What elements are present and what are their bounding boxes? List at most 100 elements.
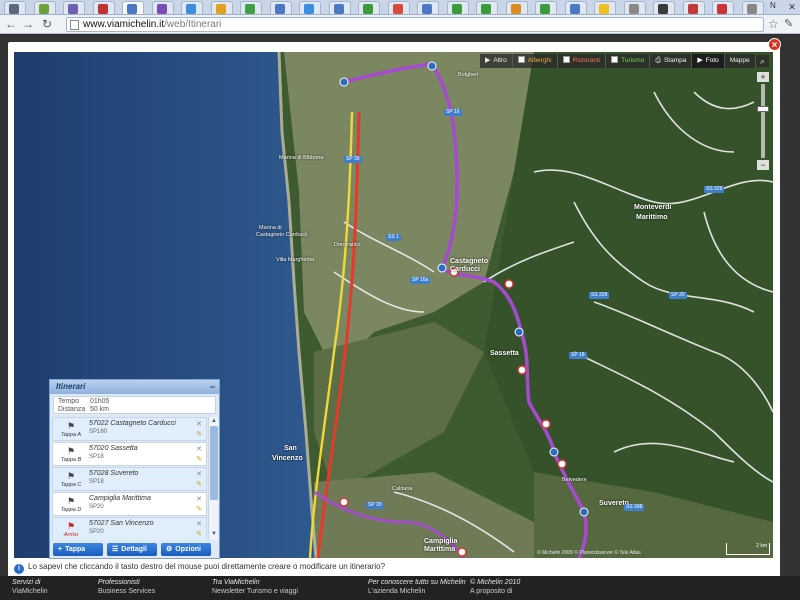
zoom-in-button[interactable]: + [757,72,769,82]
map-toolbar-turismo[interactable]: Turismo [606,54,651,68]
footer-link[interactable]: Business Services [98,587,155,596]
browser-tab[interactable] [417,1,439,14]
browser-tab[interactable] [92,1,115,14]
browser-tab[interactable] [181,1,203,14]
dettagli-button[interactable]: ☰ Dettagli [107,543,157,556]
itinerary-step[interactable]: ⚑ Tappa D Campiglia Marittima SP20 ✕ ✎ [52,492,207,516]
footer-heading[interactable]: Per conoscere tutto su Michelin [368,578,466,587]
scroll-thumb[interactable] [210,426,218,500]
summary-value: 50 km [89,406,110,413]
footer-heading[interactable]: Professionisti [98,578,155,587]
edit-step-icon[interactable]: ✎ [196,455,202,463]
remove-step-icon[interactable]: ✕ [196,445,202,453]
browser-tab[interactable] [712,1,734,14]
browser-tab[interactable] [476,1,498,14]
zoom-out-button[interactable]: − [757,160,769,170]
itinerary-header[interactable]: Itinerari − [50,380,219,394]
remove-step-icon[interactable]: ✕ [196,470,202,478]
address-bar[interactable]: www.viamichelin.it/web/Itinerari [66,17,764,32]
edit-step-icon[interactable]: ✎ [196,505,202,513]
checkbox-icon[interactable] [562,56,570,63]
browser-tab[interactable] [387,1,410,14]
browser-tab[interactable] [328,1,351,14]
map-label-belvedere: Belvedere [562,477,587,483]
footer-link[interactable]: A proposito di [470,587,520,596]
remove-step-icon[interactable]: ✕ [196,420,202,428]
itinerary-step[interactable]: ⚑ Tappa A 57022 Castagneto Carducci SP160 ✕ ✎ [52,417,207,441]
wrench-icon[interactable]: ✎ [784,17,793,30]
footer-link[interactable]: Newsletter Turismo e viaggi [212,587,298,596]
close-window-icon[interactable]: ✕ [787,2,797,12]
zoom-slider-handle[interactable] [757,106,769,112]
road-badge: SS 329 [589,292,610,299]
browser-tab[interactable] [358,1,380,14]
browser-tab[interactable] [269,1,292,14]
plus-icon: + [58,546,63,553]
map-label-bolgheri: Bolgheri [458,72,479,78]
browser-tab[interactable] [446,1,469,14]
browser-tab[interactable] [623,1,646,14]
browser-tab[interactable] [4,1,26,14]
checkbox-icon[interactable] [517,56,525,63]
scroll-up-icon[interactable]: ▲ [209,417,219,426]
map-toolbar-stampa[interactable]: ⎙ Stampa [650,54,693,68]
footer-heading[interactable]: Servizi di [12,578,48,587]
browser-tab[interactable] [682,1,705,14]
browser-tab[interactable] [63,1,85,14]
map-toolbar-mappe[interactable]: Mappe [724,54,756,68]
browser-tab[interactable] [299,1,321,14]
bookmark-star-icon[interactable]: ☆ [768,17,779,31]
browser-tab[interactable] [535,1,557,14]
back-arrow-icon[interactable]: ← [4,17,18,31]
map-label-campiglia: Campiglia [424,538,458,545]
browser-tab[interactable] [505,1,528,14]
remove-step-icon[interactable]: ✕ [196,495,202,503]
footer-heading[interactable]: Tra ViaMichelin [212,578,298,587]
browser-tab[interactable] [741,1,764,14]
map-search-icon[interactable]: ⌕ [756,55,769,67]
minimize-icon[interactable]: − [210,380,215,394]
tappa-button[interactable]: + Tappa [53,543,103,556]
footer-link[interactable]: ViaMichelin [12,587,48,596]
forward-arrow-icon[interactable]: → [21,17,35,31]
steps-scrollbar[interactable]: ▲ ▼ [208,417,218,540]
tab-favicon-icon [274,4,285,14]
browser-tab[interactable] [122,1,144,14]
step-road: SP20 [89,529,104,535]
footer-heading[interactable]: © Michelin 2010 [470,578,520,587]
map-toolbar-foto[interactable]: ▶ Foto [692,54,725,68]
tab-favicon-icon [628,4,639,14]
edit-step-icon[interactable]: ✎ [196,430,202,438]
zoom-slider[interactable] [757,84,769,158]
tab-favicon-icon [422,4,432,14]
browser-tab[interactable] [33,1,56,14]
tab-favicon-icon [333,4,344,14]
browser-tab[interactable] [653,1,675,14]
map-toolbar-alberghi[interactable]: Alberghi [512,54,558,68]
map-toolbar-label: Alberghi [527,57,552,64]
browser-tab[interactable] [151,1,174,14]
map-toolbar-ristoranti[interactable]: Ristoranti [557,54,607,68]
edit-step-icon[interactable]: ✎ [196,530,202,538]
remove-step-icon[interactable]: ✕ [196,520,202,528]
scroll-down-icon[interactable]: ▼ [209,530,219,539]
browser-tab[interactable] [240,1,262,14]
checkbox-icon[interactable] [611,56,619,63]
itinerary-step[interactable]: ⚑ Arrivo 57027 San Vincenzo SP20 ✕ ✎ [52,517,207,540]
browser-tab[interactable] [210,1,233,14]
reload-icon[interactable]: ↻ [40,17,54,31]
map-label-carducci: Carducci [450,266,480,273]
map-toolbar-altro[interactable]: ▶ Altro [480,54,513,68]
itinerary-panel: Itinerari − Tempo 01h05 Distanza 50 km ⚑… [49,379,220,559]
browser-tab[interactable] [564,1,587,14]
edit-step-icon[interactable]: ✎ [196,480,202,488]
itinerary-step[interactable]: ⚑ Tappa C 57028 Suvereto SP18 ✕ ✎ [52,467,207,491]
opzioni-button[interactable]: ⚙ Opzioni [161,543,211,556]
footer-link[interactable]: L'azienda Michelin [368,587,466,596]
itinerary-step[interactable]: ⚑ Tappa B 57020 Sassetta SP18 ✕ ✎ [52,442,207,466]
map-toolbar-label: Stampa [663,57,687,64]
close-dialog-icon[interactable]: × [768,38,781,51]
flag-icon: ⚑ [67,471,76,481]
browser-tab[interactable] [594,1,616,14]
map-label-campiglia-marittima: Marittima [424,546,456,553]
